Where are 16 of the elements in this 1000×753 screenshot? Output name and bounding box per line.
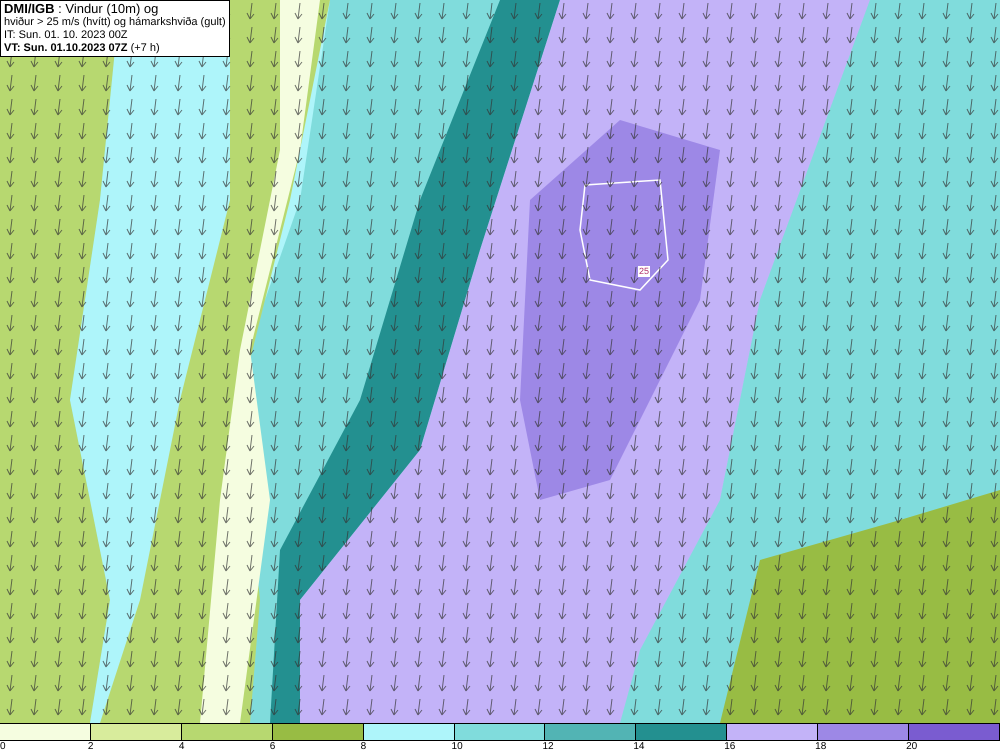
tick-label: 4 (178, 741, 184, 753)
title-line: IT: Sun. 01. 10. 2023 00Z (4, 29, 129, 42)
tick-label: 6 (270, 741, 276, 753)
tick-label: 16 (724, 741, 736, 753)
title-line: VT: Sun. 01.10.2023 07Z (+7 h) (4, 42, 161, 55)
tick-label: 12 (542, 741, 554, 753)
tick-label: 10 (452, 741, 463, 753)
title-line: DMI/IGB : Vindur (10m) og (4, 2, 160, 16)
tick-label: 20 (906, 741, 918, 753)
contour-label: 25 (638, 266, 650, 277)
tick-label: 8 (360, 741, 366, 753)
tick-label: 14 (633, 741, 644, 753)
tick-label: 2 (88, 741, 94, 753)
tick-label: 18 (815, 741, 826, 753)
tick-label: 0 (0, 741, 6, 753)
title-line: hviður > 25 m/s (hvítt) og hámarkshviða (gult) (4, 16, 226, 29)
